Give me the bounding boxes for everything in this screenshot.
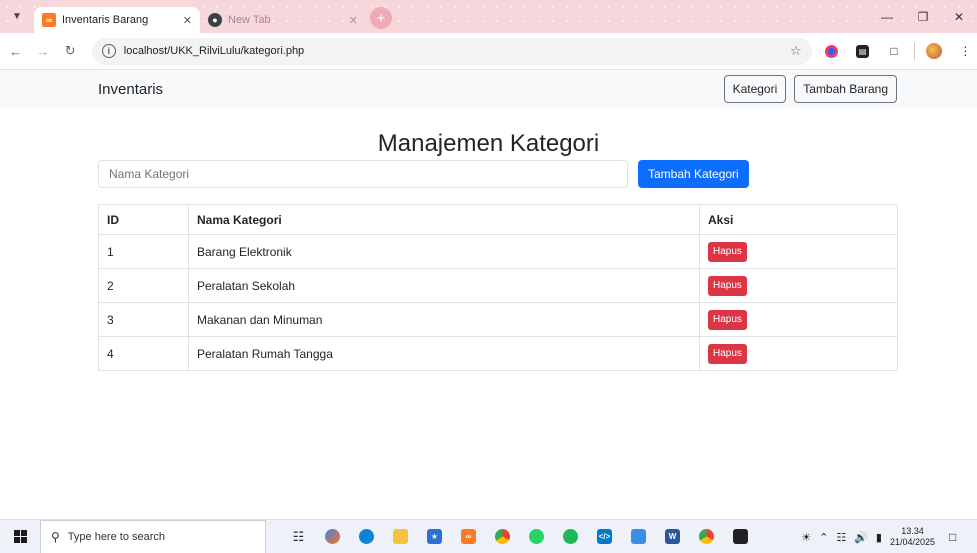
- cell-name: Peralatan Sekolah: [188, 268, 700, 303]
- extension-color-icon[interactable]: [820, 39, 843, 63]
- web-page: Inventaris Kategori Tambah Barang Manaje…: [0, 70, 977, 519]
- cell-id: 1: [98, 234, 189, 269]
- restore-icon[interactable]: ❐: [905, 0, 941, 33]
- cell-id: 2: [98, 268, 189, 303]
- delete-button[interactable]: Hapus: [708, 343, 747, 364]
- store-icon[interactable]: ★: [422, 523, 447, 551]
- globe-icon: ●: [208, 13, 222, 27]
- close-icon[interactable]: ✕: [183, 14, 192, 27]
- reload-icon[interactable]: ↻: [59, 39, 82, 63]
- table-row: 2 Peralatan Sekolah Hapus: [98, 268, 898, 303]
- site-info-icon[interactable]: i: [101, 44, 116, 58]
- category-name-input[interactable]: Nama Kategori: [98, 160, 628, 188]
- back-arrow-icon[interactable]: ←: [4, 39, 27, 63]
- vscode-icon[interactable]: </>: [592, 523, 617, 551]
- cell-id: 4: [98, 336, 189, 371]
- cell-action: Hapus: [699, 336, 898, 371]
- close-window-icon[interactable]: ✕: [941, 0, 977, 33]
- header-action: Aksi: [699, 204, 898, 235]
- navbar-brand[interactable]: Inventaris: [98, 81, 163, 98]
- system-tray: ☀ ⌃ ☷ 🔊 ▮ 13.34 21/04/2025 □: [801, 520, 977, 553]
- page-title: Manajemen Kategori: [377, 130, 600, 157]
- table-row: 1 Barang Elektronik Hapus: [98, 234, 898, 269]
- windows-taskbar: ⚲ Type here to search ☷ ★ ∞ </> W ☀ ⌃ ☷ …: [0, 519, 977, 553]
- clock-date: 21/04/2025: [889, 537, 935, 547]
- xampp-icon: ∞: [42, 13, 56, 27]
- browser-tabstrip: ▼ ∞ Inventaris Barang ✕ ● New Tab ✕ + — …: [0, 0, 977, 33]
- kategori-button[interactable]: Kategori: [723, 75, 787, 103]
- address-bar[interactable]: i localhost/UKK_RilviLulu/kategori.php ☆: [91, 37, 812, 65]
- delete-button[interactable]: Hapus: [708, 275, 747, 296]
- minimize-icon[interactable]: —: [869, 0, 905, 33]
- task-view-icon[interactable]: ☷: [286, 523, 311, 551]
- browser-menu-icon[interactable]: ⋮: [954, 39, 977, 63]
- add-category-form: Nama Kategori Tambah Kategori: [98, 160, 898, 188]
- whatsapp-icon[interactable]: [524, 523, 549, 551]
- tab-title: Inventaris Barang: [62, 14, 149, 26]
- bookmark-star-icon[interactable]: ☆: [790, 43, 802, 59]
- category-table: ID Nama Kategori Aksi 1 Barang Elektroni…: [98, 204, 898, 371]
- start-button[interactable]: [0, 520, 40, 553]
- word-icon[interactable]: W: [660, 523, 685, 551]
- windows-logo-icon: [13, 530, 27, 543]
- spotify-icon[interactable]: [558, 523, 583, 551]
- photos-icon[interactable]: [626, 523, 651, 551]
- extension-box-icon[interactable]: ▤: [851, 39, 874, 63]
- profile-avatar[interactable]: [922, 39, 945, 63]
- tambah-barang-button[interactable]: Tambah Barang: [794, 75, 897, 103]
- tab-new-tab[interactable]: ● New Tab ✕: [200, 7, 366, 33]
- cell-action: Hapus: [699, 234, 898, 269]
- cell-id: 3: [98, 302, 189, 337]
- delete-button[interactable]: Hapus: [708, 309, 747, 330]
- table-row: 4 Peralatan Rumah Tangga Hapus: [98, 336, 898, 371]
- notification-icon[interactable]: □: [949, 530, 971, 544]
- new-tab-button[interactable]: +: [370, 7, 392, 29]
- forward-arrow-icon[interactable]: →: [31, 39, 54, 63]
- copilot-icon[interactable]: [320, 523, 345, 551]
- app-navbar: Inventaris Kategori Tambah Barang: [0, 70, 977, 108]
- battery-icon[interactable]: ▮: [876, 531, 882, 544]
- terminal-icon[interactable]: [728, 523, 753, 551]
- cell-name: Barang Elektronik: [188, 234, 700, 269]
- tray-chevron-icon[interactable]: ⌃: [819, 531, 828, 544]
- navbar-actions: Kategori Tambah Barang: [723, 75, 897, 103]
- taskbar-search[interactable]: ⚲ Type here to search: [40, 519, 266, 553]
- search-icon: ⚲: [51, 529, 60, 544]
- network-icon[interactable]: ☷: [836, 531, 846, 544]
- extensions-puzzle-icon[interactable]: □: [882, 39, 905, 63]
- url-text: localhost/UKK_RilviLulu/kategori.php: [123, 45, 305, 57]
- edge-icon[interactable]: [354, 523, 379, 551]
- table-header-row: ID Nama Kategori Aksi: [98, 204, 898, 235]
- header-id: ID: [98, 204, 189, 235]
- weather-icon[interactable]: ☀: [801, 531, 811, 544]
- tab-title: New Tab: [228, 14, 271, 26]
- cell-name: Peralatan Rumah Tangga: [188, 336, 700, 371]
- table-row: 3 Makanan dan Minuman Hapus: [98, 302, 898, 337]
- file-explorer-icon[interactable]: [388, 523, 413, 551]
- window-controls: — ❐ ✕: [869, 0, 977, 33]
- toolbar-divider: [913, 42, 915, 60]
- cell-name: Makanan dan Minuman: [188, 302, 700, 337]
- tab-search-chevron-icon[interactable]: ▼: [0, 0, 34, 33]
- cell-action: Hapus: [699, 302, 898, 337]
- taskbar-apps: ☷ ★ ∞ </> W: [286, 523, 753, 551]
- browser-toolbar: ← → ↻ i localhost/UKK_RilviLulu/kategori…: [0, 33, 977, 70]
- xampp-taskbar-icon[interactable]: ∞: [456, 523, 481, 551]
- header-name: Nama Kategori: [188, 204, 700, 235]
- add-category-button[interactable]: Tambah Kategori: [638, 160, 749, 188]
- close-icon[interactable]: ✕: [349, 14, 358, 27]
- taskbar-clock[interactable]: 13.34 21/04/2025: [890, 526, 935, 548]
- clock-time: 13.34: [901, 526, 924, 536]
- delete-button[interactable]: Hapus: [708, 241, 747, 262]
- tab-inventaris-barang[interactable]: ∞ Inventaris Barang ✕: [34, 7, 200, 33]
- cell-action: Hapus: [699, 268, 898, 303]
- taskbar-search-placeholder: Type here to search: [67, 530, 166, 543]
- chrome-profile-icon[interactable]: [694, 523, 719, 551]
- chrome-icon[interactable]: [490, 523, 515, 551]
- volume-icon[interactable]: 🔊: [854, 531, 868, 544]
